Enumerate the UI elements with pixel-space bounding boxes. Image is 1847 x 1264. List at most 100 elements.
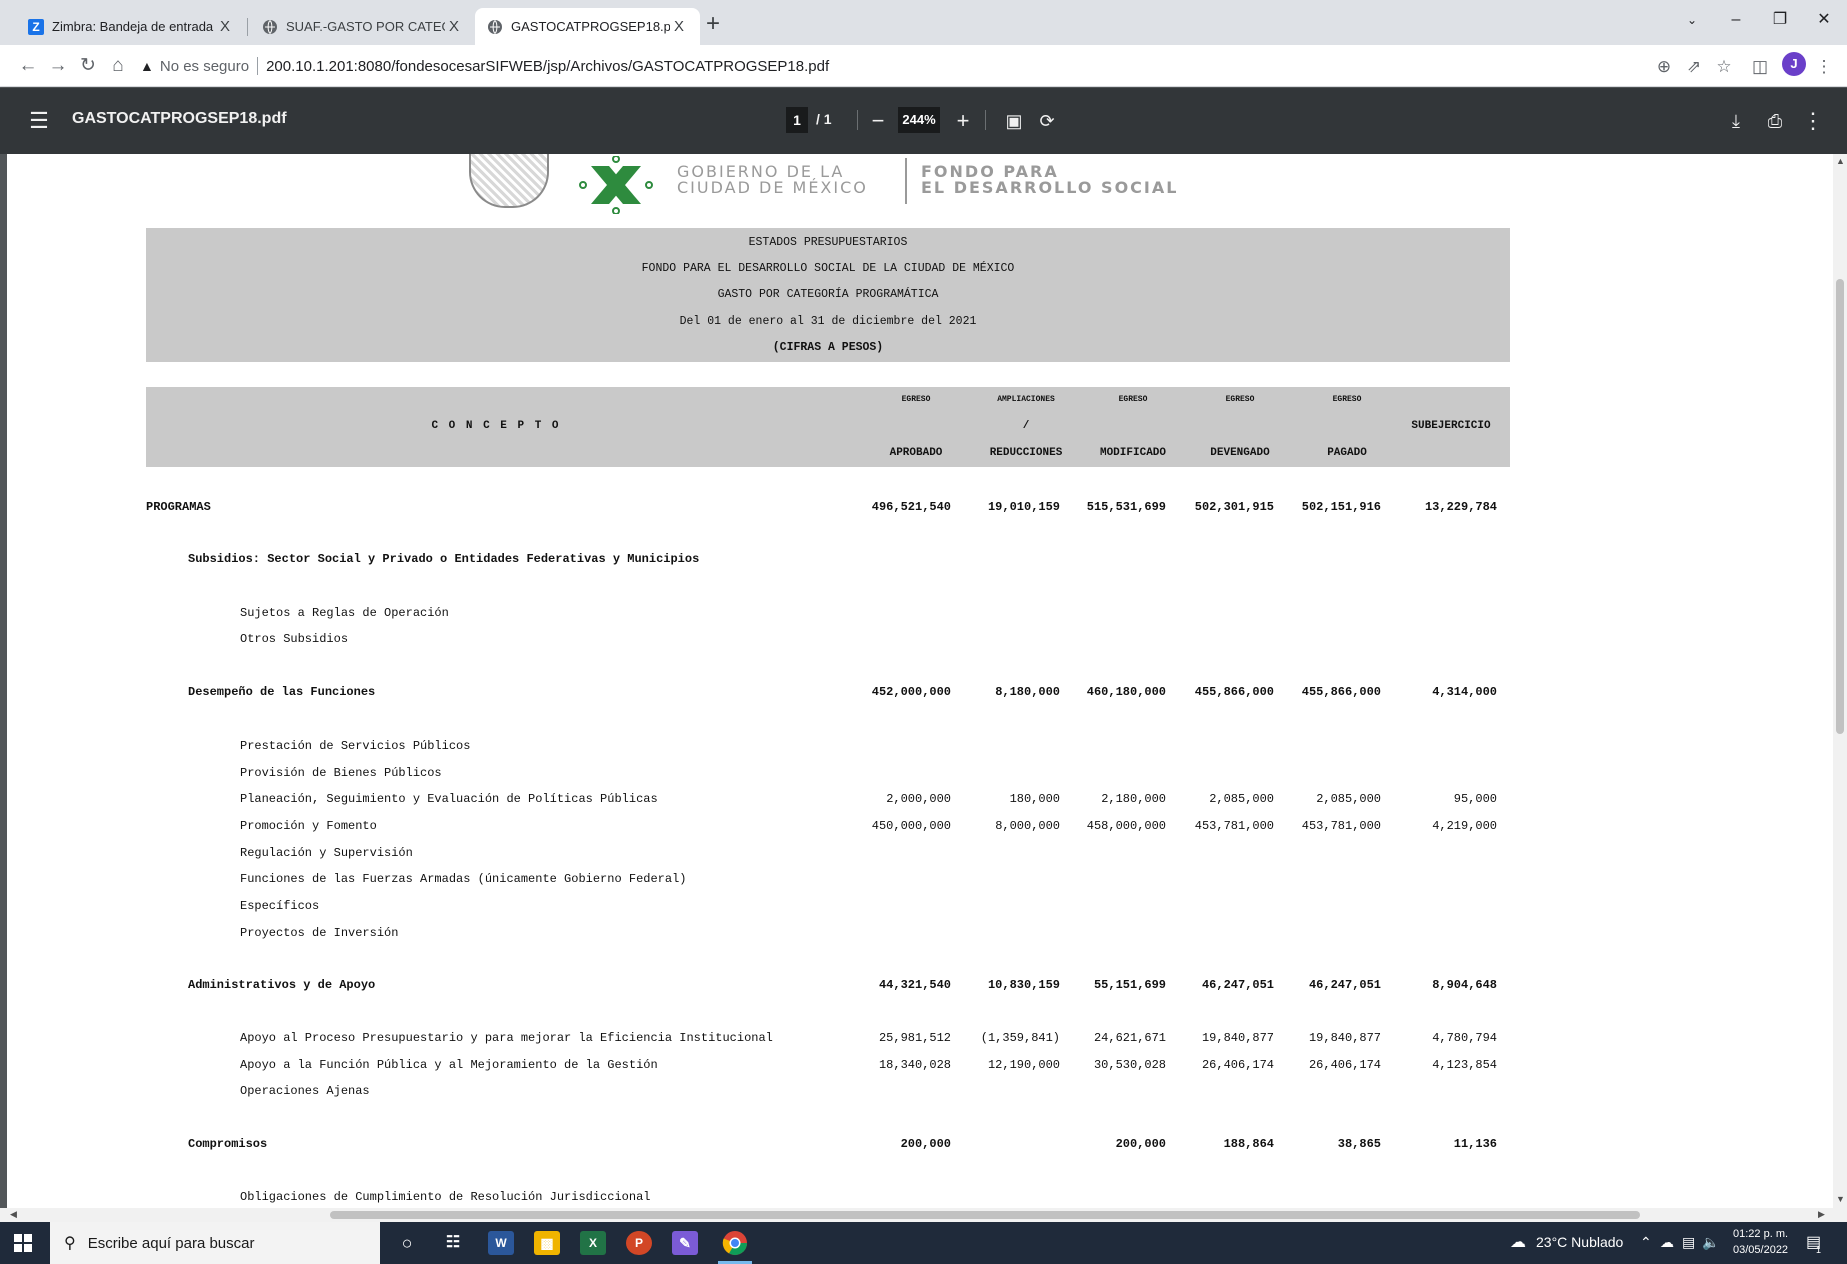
- close-window-icon[interactable]: ✕: [1812, 10, 1836, 30]
- forward-icon[interactable]: →: [46, 54, 70, 78]
- col-reducciones: REDUCCIONES: [989, 447, 1063, 459]
- row-value: 19,010,159: [987, 500, 1060, 514]
- close-tab-icon[interactable]: X: [670, 18, 688, 35]
- windows-start-icon[interactable]: [14, 1234, 32, 1252]
- row-value: 2,085,000: [1316, 792, 1381, 806]
- show-hidden-icons-icon[interactable]: ⌃: [1640, 1234, 1652, 1251]
- globe-icon: [488, 19, 502, 34]
- search-icon: ⚲: [64, 1235, 76, 1252]
- pdf-more-icon[interactable]: ⋮: [1800, 108, 1826, 134]
- row-value: 18,340,028: [878, 1058, 951, 1072]
- row-value: 19,840,877: [1201, 1031, 1274, 1045]
- chrome-icon[interactable]: [722, 1230, 748, 1256]
- row-value: 25,981,512: [878, 1031, 951, 1045]
- tab-zimbra[interactable]: Z Zimbra: Bandeja de entrada X: [16, 8, 246, 45]
- onedrive-icon[interactable]: ☁: [1660, 1234, 1674, 1251]
- tab-search-icon[interactable]: ⌄: [1680, 10, 1704, 30]
- row-value: 2,085,000: [1209, 792, 1274, 806]
- row-value: 30,530,028: [1093, 1058, 1166, 1072]
- pdf-page: GOBIERNO DE LA CIUDAD DE MÉXICO FONDO PA…: [7, 154, 1833, 1208]
- home-icon[interactable]: ⌂: [106, 54, 130, 78]
- scroll-down-icon[interactable]: ▼: [1836, 1194, 1845, 1204]
- page-total: / 1: [816, 111, 832, 127]
- task-view-icon[interactable]: ☷: [440, 1231, 466, 1255]
- col-devengado: DEVENGADO: [1210, 447, 1270, 459]
- gobierno-wordmark: GOBIERNO DE LA CIUDAD DE MÉXICO: [677, 164, 868, 196]
- file-explorer-icon[interactable]: ▩: [534, 1231, 560, 1255]
- zoom-level-input[interactable]: 244%: [898, 107, 940, 133]
- horizontal-scroll-thumb[interactable]: [330, 1211, 1640, 1219]
- taskbar-search-input[interactable]: ⚲ Escribe aquí para buscar: [50, 1222, 380, 1264]
- vertical-scroll-thumb[interactable]: [1836, 279, 1844, 734]
- row-label: Administrativos y de Apoyo: [188, 978, 376, 992]
- new-tab-button[interactable]: +: [706, 12, 720, 36]
- powerpoint-icon[interactable]: P: [626, 1231, 652, 1255]
- close-tab-icon[interactable]: X: [445, 18, 463, 35]
- sticky-notes-icon[interactable]: ✎: [672, 1231, 698, 1255]
- row-value: 515,531,699: [1086, 500, 1166, 514]
- col-devengado-top: EGRESO: [1225, 395, 1255, 404]
- tab-pdf[interactable]: GASTOCATPROGSEP18.pdf X: [475, 8, 700, 45]
- row-value: 502,151,916: [1301, 500, 1381, 514]
- row-value: 19,840,877: [1308, 1031, 1381, 1045]
- zoom-in-icon[interactable]: +: [950, 108, 976, 134]
- row-label: Funciones de las Fuerzas Armadas (únicam…: [240, 872, 687, 886]
- print-icon[interactable]: ⎙: [1762, 108, 1788, 134]
- clock-time: 01:22 p. m.: [1733, 1228, 1789, 1240]
- scroll-right-icon[interactable]: ▶: [1818, 1209, 1825, 1220]
- col-subejercicio: SUBEJERCICIO: [1411, 420, 1491, 432]
- page-number-input[interactable]: 1: [786, 107, 808, 133]
- rotate-icon[interactable]: ⟳: [1034, 108, 1060, 134]
- menu-kebab-icon[interactable]: ⋮: [1812, 55, 1836, 79]
- bookmark-star-icon[interactable]: ☆: [1712, 55, 1736, 79]
- address-bar[interactable]: ▲ No es seguro 200.10.1.201:8080/fondeso…: [140, 53, 829, 79]
- row-value: 4,780,794: [1432, 1031, 1497, 1045]
- weather-text[interactable]: 23°C Nublado: [1536, 1234, 1623, 1250]
- profile-avatar[interactable]: J: [1782, 52, 1806, 76]
- zoom-out-icon[interactable]: −: [865, 108, 891, 134]
- gobierno-line2: CIUDAD DE MÉXICO: [677, 178, 868, 197]
- volume-icon[interactable]: 🔈: [1702, 1234, 1719, 1251]
- row-value: 8,904,648: [1432, 978, 1497, 992]
- row-label: Proyectos de Inversión: [240, 926, 399, 940]
- scroll-left-icon[interactable]: ◀: [10, 1209, 17, 1220]
- horizontal-scrollbar[interactable]: ◀ ▶: [0, 1208, 1847, 1222]
- side-panel-icon[interactable]: ◫: [1748, 55, 1772, 79]
- row-value: 450,000,000: [871, 819, 951, 833]
- row-value: 453,781,000: [1194, 819, 1274, 833]
- close-tab-icon[interactable]: X: [216, 18, 234, 35]
- reload-icon[interactable]: ↻: [76, 54, 100, 78]
- row-label: Específicos: [240, 899, 320, 913]
- scroll-up-icon[interactable]: ▲: [1836, 156, 1845, 166]
- cortana-icon[interactable]: ○: [394, 1231, 420, 1255]
- restore-icon[interactable]: ❐: [1768, 10, 1792, 30]
- row-value: 460,180,000: [1086, 685, 1166, 699]
- fit-page-icon[interactable]: ▣: [1001, 108, 1027, 134]
- col-concepto: C O N C E P T O: [431, 420, 561, 432]
- back-icon[interactable]: ←: [16, 54, 40, 78]
- taskbar-clock[interactable]: 01:22 p. m. 03/05/2022: [1733, 1226, 1788, 1258]
- notification-count: 1: [1816, 1245, 1822, 1255]
- minimize-icon[interactable]: –: [1724, 10, 1748, 30]
- share-icon[interactable]: ⇗: [1682, 55, 1706, 79]
- vertical-scrollbar[interactable]: ▲ ▼: [1833, 154, 1847, 1208]
- row-value: 13,229,784: [1424, 500, 1497, 514]
- row-label: Provisión de Bienes Públicos: [240, 766, 442, 780]
- row-label: Sujetos a Reglas de Operación: [240, 606, 449, 620]
- download-icon[interactable]: ⤓: [1723, 108, 1749, 134]
- hamburger-menu-icon[interactable]: ☰: [26, 108, 52, 134]
- col-ampliaciones-slash: /: [1022, 420, 1030, 432]
- row-value: 452,000,000: [871, 685, 951, 699]
- excel-icon[interactable]: X: [580, 1231, 606, 1255]
- tab-suaf[interactable]: SUAF.-GASTO POR CATEGORÍA P X: [250, 8, 475, 45]
- row-value: 455,866,000: [1194, 685, 1274, 699]
- word-icon[interactable]: W: [488, 1231, 514, 1255]
- toolbar-separator: [985, 110, 986, 130]
- row-label: Subsidios: Sector Social y Privado o Ent…: [188, 552, 700, 566]
- zoom-icon[interactable]: ⊕: [1652, 55, 1676, 79]
- warning-icon: ▲: [140, 58, 154, 74]
- col-aprobado: APROBADO: [889, 447, 943, 459]
- row-value: 26,406,174: [1308, 1058, 1381, 1072]
- row-value: 455,866,000: [1301, 685, 1381, 699]
- network-icon[interactable]: ▤: [1682, 1234, 1695, 1251]
